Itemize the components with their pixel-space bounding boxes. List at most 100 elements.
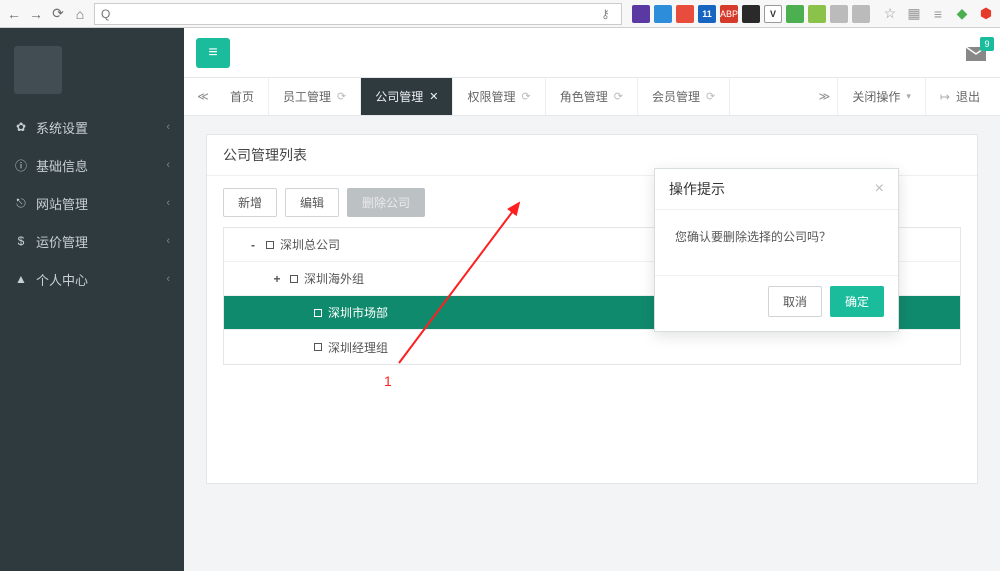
- abp-icon[interactable]: ABP: [720, 5, 738, 23]
- tab-label: 角色管理: [560, 88, 608, 105]
- cancel-button[interactable]: 取消: [768, 286, 822, 317]
- sidebar: ✿ 系统设置 ‹ ⓘ 基础信息 ‹ ⎋ 网站管理 ‹ $ 运价管理 ‹ ▲ 个人…: [0, 28, 184, 571]
- sidebar-item-label: 运价管理: [36, 232, 88, 251]
- node-icon: [290, 275, 298, 283]
- tree-node[interactable]: 深圳经理组: [224, 330, 960, 364]
- refresh-icon[interactable]: ⟳: [337, 90, 346, 103]
- sidebar-item-profile[interactable]: ▲ 个人中心 ‹: [0, 260, 184, 298]
- refresh-icon[interactable]: ⟳: [614, 90, 623, 103]
- tab-label: 会员管理: [652, 88, 700, 105]
- browser-chrome: ← → ⟳ ⌂ ⚷ 11 ABP V ☆ ▦ ≡ ◆ ⬢: [0, 0, 1000, 28]
- tab-member[interactable]: 会员管理 ⟳: [638, 78, 730, 115]
- sidebar-toggle-button[interactable]: ≡: [196, 38, 230, 68]
- star-icon[interactable]: ☆: [882, 6, 898, 22]
- dialog-close-button[interactable]: ×: [875, 180, 884, 198]
- tree-node-label: 深圳市场部: [328, 304, 388, 321]
- avatar[interactable]: [14, 46, 62, 94]
- sidebar-item-label: 个人中心: [36, 270, 88, 289]
- confirm-dialog: 操作提示 × 您确认要删除选择的公司吗？ 取消 确定: [654, 168, 899, 332]
- ext-icon[interactable]: [632, 5, 650, 23]
- url-bar[interactable]: ⚷: [94, 3, 622, 25]
- nav-forward-icon[interactable]: →: [28, 6, 44, 22]
- tab-employee[interactable]: 员工管理 ⟳: [269, 78, 361, 115]
- ext-icon[interactable]: [742, 5, 760, 23]
- tab-company[interactable]: 公司管理 ✕: [361, 78, 453, 115]
- tab-label: 员工管理: [283, 88, 331, 105]
- dialog-title: 操作提示: [669, 179, 725, 199]
- user-icon: ▲: [14, 272, 28, 286]
- ext-icon[interactable]: [852, 5, 870, 23]
- collapse-icon[interactable]: -: [246, 238, 260, 252]
- sidebar-item-label: 基础信息: [36, 156, 88, 175]
- info-icon: ⓘ: [14, 158, 28, 172]
- tab-label: 公司管理: [375, 88, 423, 105]
- dollar-icon: $: [14, 234, 28, 248]
- tab-scroll-left[interactable]: ≪: [190, 78, 216, 115]
- close-icon[interactable]: ✕: [429, 90, 438, 103]
- topbar: ≡ 9: [184, 28, 1000, 78]
- notifications-button[interactable]: 9: [966, 45, 988, 61]
- ext-icon[interactable]: ◆: [954, 6, 970, 22]
- sidebar-item-site[interactable]: ⎋ 网站管理 ‹: [0, 184, 184, 222]
- logout-button[interactable]: ↦ 退出: [925, 78, 994, 115]
- chevron-left-icon: ‹: [166, 159, 170, 171]
- key-icon: ⚷: [601, 7, 615, 21]
- ext-icon[interactable]: ⬢: [978, 6, 994, 22]
- sidebar-item-system[interactable]: ✿ 系统设置 ‹: [0, 108, 184, 146]
- tab-scroll-right[interactable]: ≫: [811, 78, 837, 115]
- ext-icon[interactable]: 11: [698, 5, 716, 23]
- expand-icon[interactable]: +: [270, 272, 284, 286]
- ext-icon[interactable]: [808, 5, 826, 23]
- tab-label: 退出: [956, 88, 980, 105]
- chevron-left-icon: ‹: [166, 197, 170, 209]
- ext-icon[interactable]: V: [764, 5, 782, 23]
- dialog-header: 操作提示 ×: [655, 169, 898, 210]
- chevron-down-icon: ▾: [906, 91, 911, 102]
- extensions-tray: 11 ABP V: [632, 5, 870, 23]
- menu-icon[interactable]: ≡: [930, 6, 946, 22]
- node-icon: [266, 241, 274, 249]
- sidebar-item-label: 系统设置: [36, 118, 88, 137]
- gear-icon: ✿: [14, 120, 28, 134]
- sidebar-item-label: 网站管理: [36, 194, 88, 213]
- dialog-message: 您确认要删除选择的公司吗？: [655, 210, 898, 275]
- tab-close-ops[interactable]: 关闭操作 ▾: [837, 78, 925, 115]
- refresh-icon[interactable]: ⟳: [522, 90, 531, 103]
- sidebar-item-basic[interactable]: ⓘ 基础信息 ‹: [0, 146, 184, 184]
- tree-node-label: 深圳总公司: [280, 236, 340, 253]
- tree-node-label: 深圳海外组: [304, 270, 364, 287]
- tab-home[interactable]: 首页: [216, 78, 269, 115]
- tab-label: 权限管理: [467, 88, 515, 105]
- node-icon: [314, 343, 322, 351]
- browser-right-icons: ☆ ▦ ≡ ◆ ⬢: [882, 6, 994, 22]
- delete-button[interactable]: 删除公司: [347, 188, 425, 217]
- ext-icon[interactable]: [786, 5, 804, 23]
- tab-role[interactable]: 角色管理 ⟳: [546, 78, 638, 115]
- chevron-left-icon: ‹: [166, 121, 170, 133]
- ext-icon[interactable]: [676, 5, 694, 23]
- add-button[interactable]: 新增: [223, 188, 277, 217]
- refresh-icon[interactable]: ⟳: [706, 90, 715, 103]
- ok-button[interactable]: 确定: [830, 286, 884, 317]
- chevron-left-icon: ‹: [166, 273, 170, 285]
- tab-label: 关闭操作: [852, 88, 900, 105]
- tree-node-label: 深圳经理组: [328, 339, 388, 356]
- ext-icon[interactable]: [654, 5, 672, 23]
- chevron-left-icon: ‹: [166, 235, 170, 247]
- tab-permission[interactable]: 权限管理 ⟳: [453, 78, 545, 115]
- tab-label: 首页: [230, 88, 254, 105]
- tabbar: ≪ 首页 员工管理 ⟳ 公司管理 ✕ 权限管理 ⟳ 角色管理 ⟳ 会员管理: [184, 78, 1000, 116]
- dialog-footer: 取消 确定: [655, 275, 898, 331]
- notification-count: 9: [980, 37, 994, 51]
- url-input[interactable]: [101, 7, 601, 21]
- sidebar-item-price[interactable]: $ 运价管理 ‹: [0, 222, 184, 260]
- nav-reload-icon[interactable]: ⟳: [50, 6, 66, 22]
- logout-icon: ↦: [940, 90, 950, 104]
- ext-icon[interactable]: [830, 5, 848, 23]
- grid-icon[interactable]: ▦: [906, 6, 922, 22]
- node-icon: [314, 309, 322, 317]
- edit-button[interactable]: 编辑: [285, 188, 339, 217]
- site-icon: ⎋: [14, 196, 28, 210]
- nav-home-icon[interactable]: ⌂: [72, 6, 88, 22]
- nav-back-icon[interactable]: ←: [6, 6, 22, 22]
